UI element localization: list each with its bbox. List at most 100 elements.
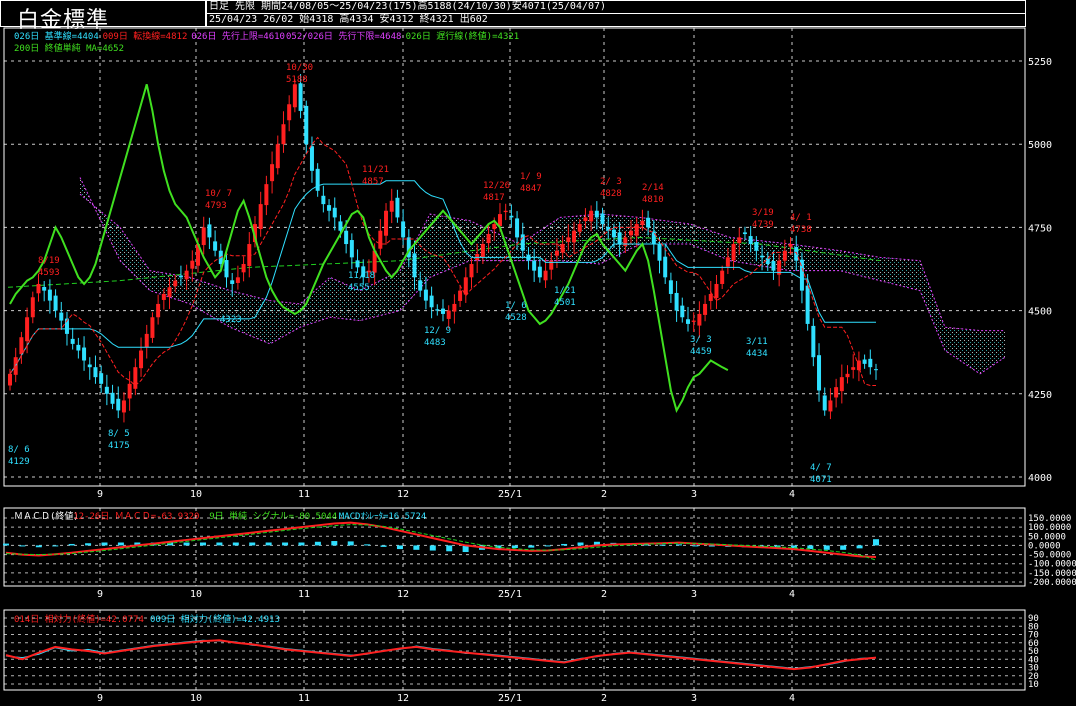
x-tick-label: 11 <box>298 693 310 704</box>
candle-body <box>161 293 166 300</box>
candle-body <box>423 289 428 301</box>
candle-body <box>594 210 599 218</box>
candle-body <box>469 264 474 278</box>
candle-body <box>640 220 645 226</box>
price-annotation-date: 8/ 5 <box>108 429 130 439</box>
candle-body <box>874 369 878 371</box>
price-tick-label: 5250 <box>1028 57 1052 68</box>
candle-body <box>611 229 616 238</box>
candle-body <box>264 184 269 206</box>
x-tick-label: 12 <box>397 589 409 600</box>
candle-body <box>30 297 35 318</box>
price-annotation-value: 4528 <box>505 313 527 323</box>
price-annotation-value: 4555 <box>348 283 370 293</box>
candle-body <box>685 319 690 324</box>
candle-body <box>82 347 87 361</box>
candle-body <box>822 395 827 411</box>
candle-body <box>680 305 685 318</box>
macd-oscillator-bar <box>3 543 9 546</box>
price-annotation-value: 4071 <box>810 475 832 485</box>
macd-oscillator-bar <box>331 541 338 546</box>
macd-oscillator-bar <box>347 541 354 546</box>
candle-body <box>463 277 468 295</box>
candle-body <box>788 244 793 247</box>
candle-body <box>429 295 434 308</box>
candle-body <box>856 360 861 371</box>
candle-body <box>742 232 747 235</box>
candle-body <box>441 308 445 314</box>
macd-oscillator-bar <box>528 545 535 548</box>
ichimoku-legend-item: 026日 遅行線(終値)=4321 <box>406 30 520 42</box>
macd-oscillator-bar <box>249 542 256 546</box>
x-tick-label: 3 <box>691 693 697 704</box>
x-tick-label: 9 <box>97 589 103 600</box>
price-annotation-value: 4323 <box>220 315 242 325</box>
macd-oscillator-bar <box>85 543 92 546</box>
rsi14-line <box>5 639 877 671</box>
candle-body <box>156 303 161 318</box>
macd-oscillator-bar <box>314 541 321 546</box>
price-annotation-date: 1/21 <box>554 286 576 296</box>
x-tick-label: 10 <box>190 489 202 500</box>
price-annotation-value: 4434 <box>746 349 768 359</box>
candle-body <box>731 244 736 261</box>
macd-oscillator-bar <box>232 542 239 546</box>
candle-body <box>446 310 451 319</box>
candle-body <box>760 255 765 258</box>
macd-oscillator-bar <box>561 543 568 546</box>
price-annotation-value: 4817 <box>483 193 505 203</box>
price-annotation-value: 4483 <box>424 338 446 348</box>
macd-tick-label: -200.0000 <box>1028 578 1076 588</box>
candle-body <box>327 205 332 211</box>
candle-body <box>646 217 651 228</box>
macd-oscillator-bar <box>199 542 206 546</box>
rsi-tick-label: 10 <box>1028 680 1039 690</box>
candle-body <box>617 232 622 245</box>
candle-body <box>771 261 776 271</box>
candle-body <box>748 236 753 245</box>
candle-body <box>332 207 337 218</box>
ichimoku-legend-item: 026日 先行上限=4610 <box>191 30 285 42</box>
price-annotation-value: 4793 <box>205 201 227 211</box>
candle-body <box>93 367 98 378</box>
candle-body <box>275 144 280 169</box>
price-annotation-value: 4501 <box>554 298 576 308</box>
price-annotation-date: 12/26 <box>483 181 510 191</box>
candle-body <box>42 286 47 291</box>
candle-body <box>292 84 297 108</box>
price-annotation-value: 4593 <box>38 268 60 278</box>
candle-body <box>583 217 588 222</box>
price-tick-label: 4500 <box>1028 307 1052 318</box>
candle-body <box>230 280 235 284</box>
candle-body <box>418 280 423 291</box>
macd-oscillator-bar <box>68 543 75 546</box>
price-annotation-value: 4129 <box>8 457 30 467</box>
candle-body <box>241 264 246 273</box>
candle-body <box>532 260 537 271</box>
candle-body <box>178 275 183 278</box>
x-tick-label: 10 <box>190 693 202 704</box>
candle-body <box>845 373 850 378</box>
candle-body <box>412 253 417 278</box>
candle-body <box>452 303 457 312</box>
candle-body <box>663 256 668 278</box>
price-annotation-value: 4828 <box>600 189 622 199</box>
x-tick-label: 4 <box>789 589 795 600</box>
candle-body <box>492 224 497 230</box>
x-tick-label: 9 <box>97 489 103 500</box>
macd-oscillator-bar <box>446 545 453 552</box>
candle-body <box>708 293 713 301</box>
price-tick-label: 5000 <box>1028 140 1052 151</box>
candle-body <box>720 270 725 284</box>
price-annotation-date: 11/21 <box>362 165 389 175</box>
rsi-legend-item: 009日 相対力(終値)=42.4913 <box>150 613 280 625</box>
candle-body <box>509 215 514 218</box>
candle-body <box>25 317 30 342</box>
candle-body <box>458 290 463 301</box>
ichimoku-legend-item: 052/026日 先行下限=4648 <box>286 30 401 42</box>
candle-body <box>104 386 109 394</box>
price-annotation-date: 8/19 <box>38 256 60 266</box>
candle-body <box>589 210 594 222</box>
price-annotation-value: 4459 <box>690 347 712 357</box>
candle-body <box>207 224 212 238</box>
